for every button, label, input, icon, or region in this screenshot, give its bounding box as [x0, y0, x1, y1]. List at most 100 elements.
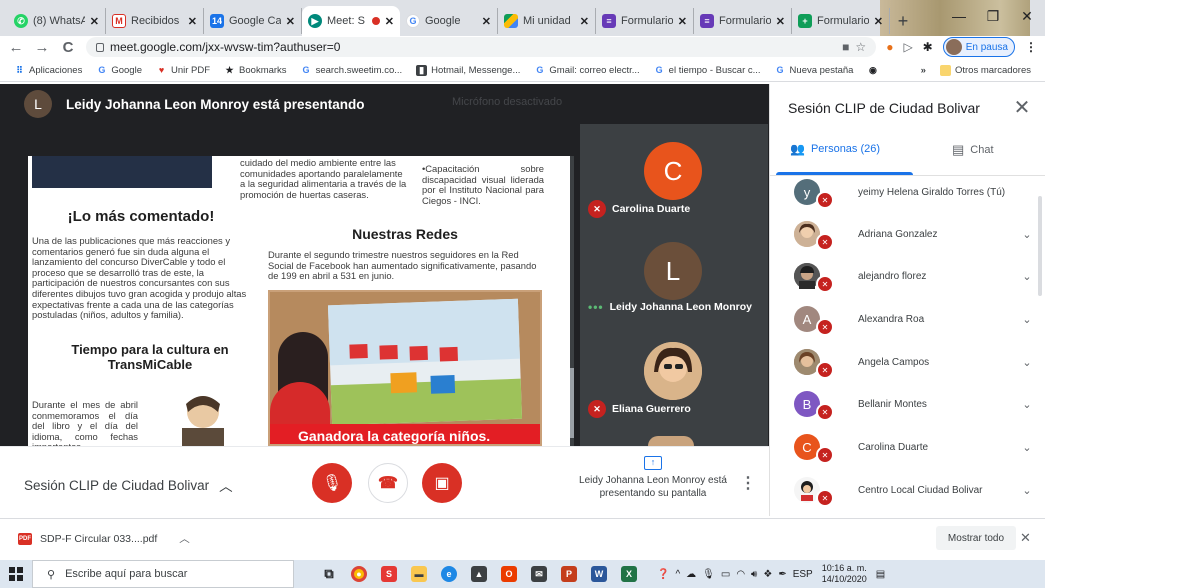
tab-close-icon[interactable]: ✕	[286, 15, 295, 28]
file-explorer-icon[interactable]: ▬	[404, 560, 434, 588]
globe-icon[interactable]: ◉	[867, 65, 878, 76]
more-options-icon[interactable]: ⋮	[740, 473, 756, 493]
window-close-icon[interactable]: ✕	[1010, 6, 1044, 26]
battery-icon[interactable]: ▭	[721, 569, 730, 580]
volume-icon[interactable]: 🔊︎	[751, 569, 757, 580]
reload-icon[interactable]: C	[60, 39, 76, 56]
show-all-button[interactable]: Mostrar todo	[936, 526, 1016, 550]
tab-close-icon[interactable]: ✕	[874, 15, 883, 28]
tab-calendar[interactable]: 14 Google Cal ✕	[204, 8, 302, 34]
hangup-button[interactable]: ☎	[368, 463, 408, 503]
pen-icon[interactable]: ✒	[778, 569, 786, 580]
shared-screen-scrollbar[interactable]	[570, 156, 574, 446]
tab-meet[interactable]: ▶ Meet: S ✕	[302, 6, 400, 36]
edge-icon[interactable]: e	[434, 560, 464, 588]
help-icon[interactable]: ❓	[657, 569, 669, 580]
chevron-down-icon[interactable]: ⌄	[1020, 484, 1034, 497]
store-icon[interactable]: ▲	[464, 560, 494, 588]
bookmark-apps[interactable]: ⠿ Aplicaciones	[14, 65, 82, 76]
cast-icon[interactable]: ▷	[903, 40, 912, 54]
participant-row[interactable]: ✕ Adriana Gonzalez ⌄	[794, 216, 1034, 252]
download-file[interactable]: SDP-F Circular 033....pdf	[40, 533, 157, 545]
app-red-icon[interactable]: S	[374, 560, 404, 588]
participant-row[interactable]: y ✕ yeimy Helena Giraldo Torres (Tú)	[794, 174, 1034, 210]
tab-forms-1[interactable]: ≡ Formulario ✕	[596, 8, 694, 34]
camera-toggle-button[interactable]: ▣	[422, 463, 462, 503]
scroll-thumb[interactable]	[570, 368, 574, 438]
other-bookmarks[interactable]: Otros marcadores	[939, 65, 1031, 76]
tab-chat[interactable]: ▤ Chat	[952, 142, 994, 158]
dropbox-icon[interactable]: ❖	[763, 569, 772, 580]
url-text[interactable]: meet.google.com/jxx-wvsw-tim?authuser=0	[110, 40, 340, 54]
new-tab-button[interactable]: +	[890, 8, 916, 34]
tab-whatsapp[interactable]: ✆ (8) WhatsA ✕	[8, 8, 106, 34]
chevron-down-icon[interactable]: ⌄	[1020, 270, 1034, 283]
tab-forms-2[interactable]: ≡ Formulario ✕	[694, 8, 792, 34]
mic-icon[interactable]: 🎙︎	[702, 569, 715, 580]
windows-start-button[interactable]	[0, 560, 32, 588]
tab-close-icon[interactable]: ✕	[90, 15, 99, 28]
tab-people[interactable]: 👥 Personas (26)	[776, 142, 913, 175]
chevron-up-icon[interactable]: ^	[675, 569, 680, 580]
participant-row[interactable]: A ✕ Alexandra Roa ⌄	[794, 301, 1034, 337]
bookmark-tiempo[interactable]: Gel tiempo - Buscar c...	[654, 65, 761, 76]
office-icon[interactable]: O	[494, 560, 524, 588]
tab-close-icon[interactable]: ✕	[385, 15, 394, 28]
chevron-down-icon[interactable]: ⌄	[1020, 313, 1034, 326]
participant-tile[interactable]: ✕ Eliana Guerrero	[580, 324, 768, 424]
wifi-icon[interactable]: ◠	[736, 569, 745, 580]
tab-close-icon[interactable]: ✕	[580, 15, 589, 28]
excel-icon[interactable]: X	[614, 560, 644, 588]
forward-icon[interactable]: →	[34, 39, 50, 56]
participant-tile[interactable]: C ✕ Carolina Duarte	[580, 124, 768, 224]
chevron-down-icon[interactable]: ⌄	[1020, 441, 1034, 454]
participant-row[interactable]: ✕ alejandro florez ⌄	[794, 258, 1034, 294]
address-bar[interactable]: meet.google.com/jxx-wvsw-tim?authuser=0 …	[86, 37, 877, 57]
bookmarks-more[interactable]: »	[921, 65, 926, 76]
menu-dots-icon[interactable]: ⋮	[1025, 40, 1037, 54]
participant-row[interactable]: ✕ Angela Campos ⌄	[794, 344, 1034, 380]
bookmark-bookmarks[interactable]: ★ Bookmarks	[224, 65, 287, 76]
back-icon[interactable]: ←	[8, 39, 24, 56]
language-indicator[interactable]: ESP	[793, 569, 813, 580]
chrome-icon[interactable]: ●	[344, 560, 374, 588]
bookmark-google[interactable]: G Google	[96, 65, 142, 76]
meeting-details-button[interactable]: Sesión CLIP de Ciudad Bolivar ︿	[24, 475, 233, 495]
chevron-down-icon[interactable]: ⌄	[1020, 228, 1034, 241]
close-icon[interactable]: ✕	[1020, 530, 1031, 546]
mic-toggle-button[interactable]: 🎙︎	[312, 463, 352, 503]
profile-button[interactable]: En pausa	[942, 37, 1015, 57]
powerpoint-icon[interactable]: P	[554, 560, 584, 588]
bookmark-sweetim[interactable]: Gsearch.sweetim.co...	[301, 65, 403, 76]
tab-close-icon[interactable]: ✕	[188, 15, 197, 28]
chevron-down-icon[interactable]: ⌄	[1020, 356, 1034, 369]
participant-tile[interactable]: L ••• Leidy Johanna Leon Monroy	[580, 224, 768, 324]
participant-row[interactable]: ✕ Centro Local Ciudad Bolivar ⌄	[794, 472, 1034, 508]
close-icon[interactable]: ✕	[1012, 96, 1032, 120]
minimize-icon[interactable]: —	[942, 6, 976, 26]
bookmark-hotmail[interactable]: ▮ Hotmail, Messenge...	[416, 65, 520, 76]
chevron-up-icon[interactable]: ︿	[179, 531, 190, 546]
cloud-icon[interactable]: ☁	[686, 569, 696, 580]
clock[interactable]: 10:16 a. m. 14/10/2020	[822, 563, 867, 585]
participant-row[interactable]: C ✕ Carolina Duarte ⌄	[794, 429, 1034, 465]
tab-google[interactable]: G Google ✕	[400, 8, 498, 34]
tab-close-icon[interactable]: ✕	[776, 15, 785, 28]
tab-drive[interactable]: Mi unidad ✕	[498, 8, 596, 34]
bookmark-gmail[interactable]: G Gmail: correo electr...	[534, 65, 639, 76]
taskbar-search[interactable]: ⚲ Escribe aquí para buscar	[32, 560, 294, 588]
participant-row[interactable]: B ✕ Bellanir Montes ⌄	[794, 386, 1034, 422]
restore-icon[interactable]: ❐	[976, 6, 1010, 26]
tab-gmail[interactable]: M Recibidos (✕	[106, 8, 204, 34]
mail-icon[interactable]: ✉	[524, 560, 554, 588]
participant-tile[interactable]	[580, 424, 768, 446]
camera-icon[interactable]: ■	[842, 40, 849, 54]
bookmark-nueva[interactable]: G Nueva pestaña	[775, 65, 854, 76]
notifications-icon[interactable]: ▤	[876, 569, 885, 580]
bookmark-unir-pdf[interactable]: ♥ Unir PDF	[156, 65, 210, 76]
chevron-down-icon[interactable]: ⌄	[1020, 398, 1034, 411]
tab-forms-3[interactable]: + Formulario ✕	[792, 8, 890, 34]
task-view-icon[interactable]: ⧉	[314, 560, 344, 588]
bookmark-star-icon[interactable]: ☆	[855, 40, 866, 54]
present-now-button[interactable]: ↑ Leidy Johanna Leon Monroy está present…	[578, 456, 728, 500]
